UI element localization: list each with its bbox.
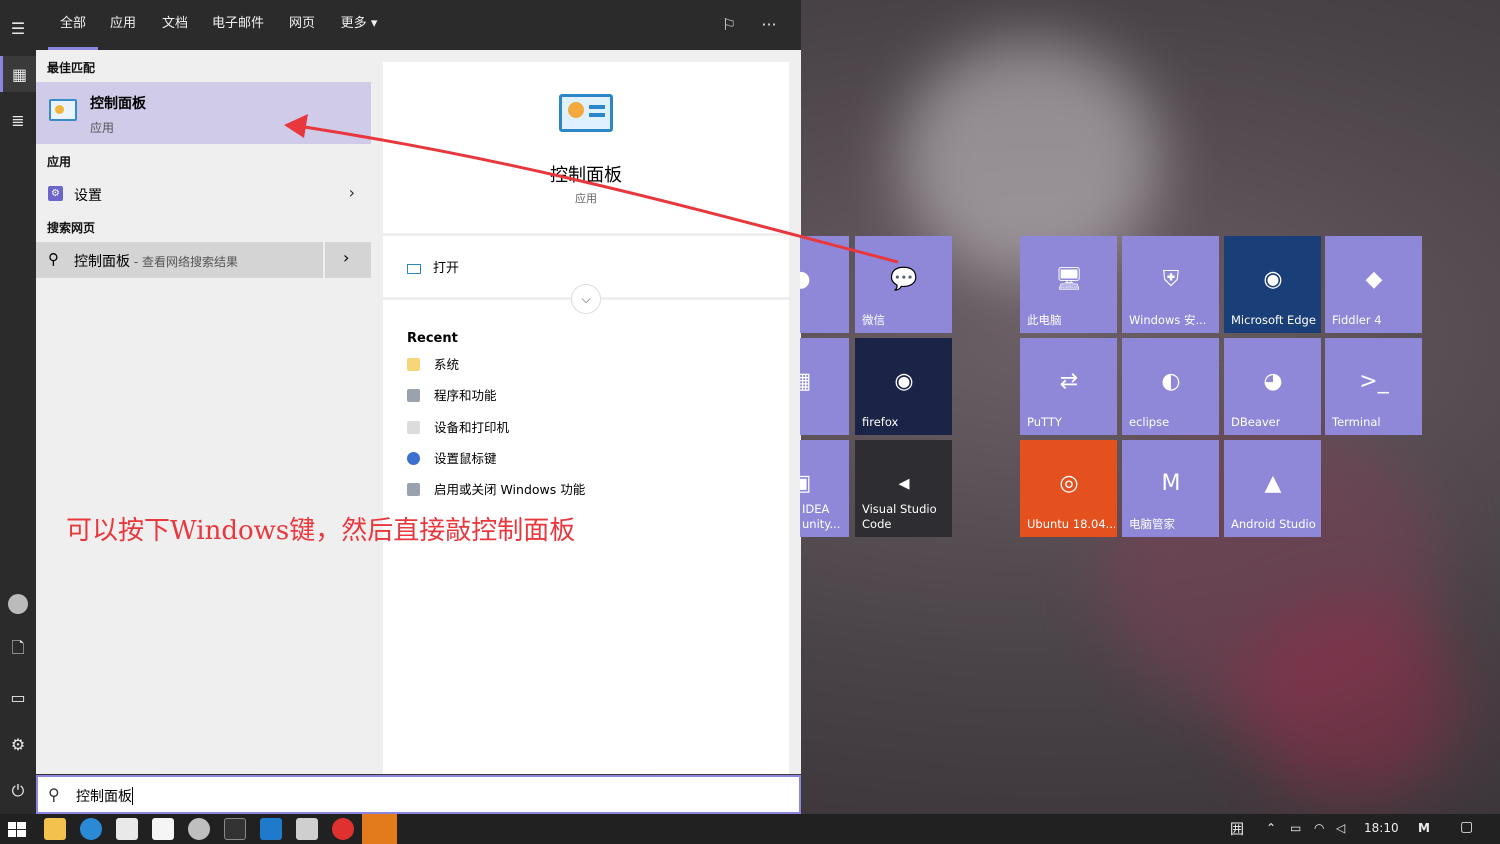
terminal-icon[interactable]: [224, 818, 246, 840]
search-icon: ⚲: [48, 785, 60, 804]
file-explorer-icon[interactable]: [44, 818, 66, 840]
android-studio-taskbar-icon[interactable]: [362, 814, 397, 844]
wifi-icon[interactable]: ◠: [1314, 821, 1324, 835]
notepad-icon[interactable]: [152, 818, 174, 840]
annotation-arrow: [284, 114, 899, 264]
pcmanager-tray-icon[interactable]: M: [1418, 821, 1430, 835]
taskbar: 囲 ⌃ ▭ ◠ ◁ 18:10 M ▢: [0, 814, 1500, 844]
chevron-up-icon[interactable]: ⌃: [1266, 821, 1276, 835]
clock[interactable]: 18:10: [1364, 821, 1399, 835]
netease-music-icon[interactable]: [332, 818, 354, 840]
search-value: 控制面板: [76, 789, 132, 805]
battery-icon[interactable]: ▭: [1290, 821, 1301, 835]
search-input[interactable]: 控制面板: [76, 786, 133, 806]
ime-mode-icon[interactable]: 囲: [1230, 819, 1244, 839]
network-app-icon[interactable]: [296, 818, 318, 840]
app-icon[interactable]: [188, 818, 210, 840]
windows-start-icon[interactable]: [6, 818, 28, 840]
volume-icon[interactable]: ◁: [1336, 821, 1345, 835]
edge-icon[interactable]: [80, 818, 102, 840]
text-caret: [132, 787, 133, 805]
vscode-icon[interactable]: [260, 818, 282, 840]
search-box[interactable]: ⚲ 控制面板: [36, 775, 801, 814]
store-icon[interactable]: [116, 818, 138, 840]
notification-icon[interactable]: ▢: [1460, 819, 1473, 835]
